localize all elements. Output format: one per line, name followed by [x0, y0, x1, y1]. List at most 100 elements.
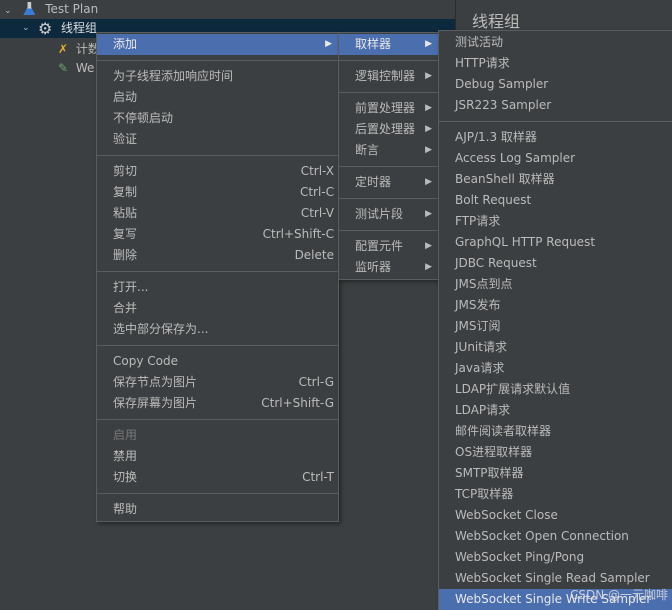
menu-item-label: 启用 [113, 428, 138, 442]
menu-item[interactable]: WebSocket Ping/Pong [439, 547, 672, 568]
menu-item-label: 配置元件 [355, 239, 404, 253]
tree-item-web[interactable]: ✎ We [58, 59, 94, 78]
menu-item[interactable]: 粘贴 Ctrl-V [97, 203, 338, 224]
menu-item[interactable]: 保存节点为图片 Ctrl-G [97, 372, 338, 393]
menu-item[interactable]: 启动 [97, 87, 338, 108]
menu-item[interactable]: 禁用 [97, 446, 338, 467]
menu-item[interactable]: 前置处理器 ▶ [339, 98, 438, 119]
menu-separator [339, 230, 438, 231]
menu-item[interactable]: JMS发布 [439, 295, 672, 316]
menu-item[interactable]: GraphQL HTTP Request [439, 232, 672, 253]
menu-item-label: BeanShell 取样器 [455, 172, 555, 186]
menu-item[interactable]: LDAP扩展请求默认值 [439, 379, 672, 400]
menu-item[interactable]: FTP请求 [439, 211, 672, 232]
menu-item-label: 逻辑控制器 [355, 69, 416, 83]
menu-item[interactable]: Bolt Request [439, 190, 672, 211]
menu-item[interactable]: 断言 ▶ [339, 140, 438, 161]
menu-item[interactable]: WebSocket Close [439, 505, 672, 526]
tree-item-counter[interactable]: ✗ 计数 [58, 40, 100, 59]
submenu-arrow-icon: ▶ [425, 71, 432, 81]
menu-item[interactable]: OS进程取样器 [439, 442, 672, 463]
menu-item[interactable]: 删除 Delete [97, 245, 338, 266]
menu-item[interactable]: 切换 Ctrl-T [97, 467, 338, 488]
tree-item-test-plan[interactable]: ⌄ Test Plan [4, 0, 98, 19]
menu-item[interactable]: Debug Sampler [439, 74, 672, 95]
menu-item[interactable]: 帮助 [97, 499, 338, 520]
submenu-arrow-icon: ▶ [325, 39, 332, 49]
menu-item-label: 监听器 [355, 260, 392, 274]
shortcut-label: Delete [294, 248, 334, 262]
sampler-submenu: 测试活动 HTTP请求 Debug Sampler JSR223 Sampler AJP… [438, 30, 672, 610]
dropper-icon: ✎ [58, 61, 69, 75]
menu-item-label: 禁用 [113, 449, 138, 463]
menu-item[interactable]: 复制 Ctrl-C [97, 182, 338, 203]
menu-item-label: LDAP请求 [455, 403, 511, 417]
menu-item[interactable]: 保存屏幕为图片 Ctrl+Shift-G [97, 393, 338, 414]
menu-separator [97, 345, 338, 346]
menu-item-label: GraphQL HTTP Request [455, 235, 596, 249]
shortcut-label: Ctrl-V [300, 206, 334, 220]
menu-item[interactable]: 测试片段 ▶ [339, 204, 438, 225]
menu-item-label: Bolt Request [455, 193, 532, 207]
menu-item[interactable]: 选中部分保存为... [97, 319, 338, 340]
menu-item[interactable]: 合并 [97, 298, 338, 319]
menu-item[interactable]: WebSocket Open Connection [439, 526, 672, 547]
menu-item[interactable]: SMTP取样器 [439, 463, 672, 484]
menu-separator [339, 166, 438, 167]
menu-item[interactable]: 邮件阅读者取样器 [439, 421, 672, 442]
menu-item-label: JSR223 Sampler [455, 98, 552, 112]
menu-item[interactable]: HTTP请求 [439, 53, 672, 74]
menu-item-label: 断言 [355, 143, 380, 157]
menu-item[interactable]: BeanShell 取样器 [439, 169, 672, 190]
menu-item[interactable]: 复写 Ctrl+Shift-C [97, 224, 338, 245]
menu-item-label: 取样器 [355, 37, 392, 51]
menu-item[interactable]: 逻辑控制器 ▶ [339, 66, 438, 87]
tools-icon: ✗ [58, 42, 69, 56]
menu-item[interactable]: 监听器 ▶ [339, 257, 438, 278]
menu-item[interactable]: Java请求 [439, 358, 672, 379]
menu-item[interactable]: LDAP请求 [439, 400, 672, 421]
menu-item[interactable]: JMS订阅 [439, 316, 672, 337]
menu-item[interactable]: JDBC Request [439, 253, 672, 274]
menu-item-label: TCP取样器 [455, 487, 514, 501]
submenu-arrow-icon: ▶ [425, 209, 432, 219]
menu-item-label: 打开... [113, 280, 149, 294]
menu-item[interactable]: 测试活动 [439, 32, 672, 53]
menu-item[interactable]: 不停顿启动 [97, 108, 338, 129]
chevron-down-icon[interactable]: ⌄ [22, 19, 30, 38]
menu-item-label: 保存屏幕为图片 [113, 396, 198, 410]
menu-item[interactable]: JMS点到点 [439, 274, 672, 295]
menu-item[interactable]: 验证 [97, 129, 338, 150]
menu-separator [97, 155, 338, 156]
menu-separator [97, 271, 338, 272]
context-menu: 添加 ▶ 为子线程添加响应时间 启动 不停顿启动验证剪切 Ctrl-X 复制 Ctrl-C 粘贴… [96, 32, 339, 522]
menu-separator [97, 419, 338, 420]
menu-item[interactable]: 剪切 Ctrl-X [97, 161, 338, 182]
menu-item[interactable]: JSR223 Sampler [439, 95, 672, 116]
menu-item-label: 选中部分保存为... [113, 322, 209, 336]
menu-item-label: LDAP扩展请求默认值 [455, 382, 571, 396]
menu-item-label: 验证 [113, 132, 138, 146]
menu-item-label: JDBC Request [455, 256, 537, 270]
menu-item[interactable]: 启用 [97, 425, 338, 446]
menu-item[interactable]: 配置元件 ▶ [339, 236, 438, 257]
menu-item[interactable]: JUnit请求 [439, 337, 672, 358]
menu-item[interactable]: 为子线程添加响应时间 [97, 66, 338, 87]
menu-item-label: 保存节点为图片 [113, 375, 198, 389]
menu-item[interactable]: 添加 ▶ [97, 34, 338, 55]
panel-title: 线程组 [472, 12, 521, 31]
watermark: CSDN @一元咖啡 [569, 588, 668, 602]
gear-icon: ⚙ [38, 19, 53, 38]
menu-item[interactable]: 打开... [97, 277, 338, 298]
menu-item[interactable]: TCP取样器 [439, 484, 672, 505]
menu-item[interactable]: 取样器 ▶ [339, 34, 438, 55]
menu-item[interactable]: AJP/1.3 取样器 [439, 127, 672, 148]
menu-item[interactable]: Copy Code [97, 351, 338, 372]
chevron-down-icon[interactable]: ⌄ [4, 6, 12, 16]
menu-item[interactable]: 后置处理器 ▶ [339, 119, 438, 140]
menu-item[interactable]: Access Log Sampler [439, 148, 672, 169]
submenu-arrow-icon: ▶ [425, 145, 432, 155]
submenu-arrow-icon: ▶ [425, 124, 432, 134]
submenu-arrow-icon: ▶ [425, 262, 432, 272]
menu-item[interactable]: 定时器 ▶ [339, 172, 438, 193]
